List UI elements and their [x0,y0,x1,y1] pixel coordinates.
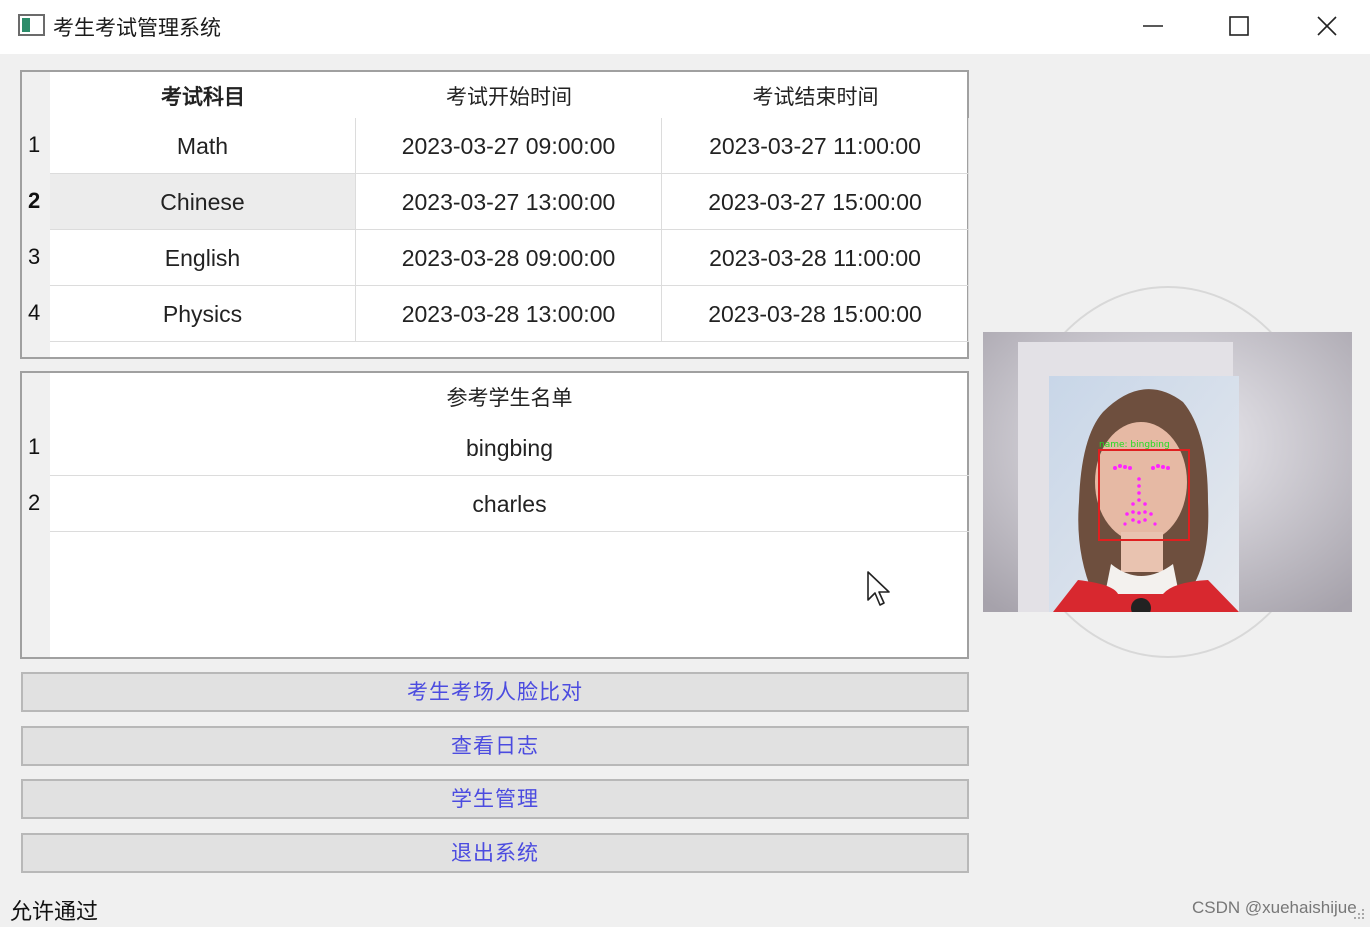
student-table[interactable]: 参考学生名单 1 bingbing 2 charles [20,371,969,659]
cell-end-time[interactable]: 2023-03-28 11:00:00 [662,230,969,286]
cell-start-time[interactable]: 2023-03-28 13:00:00 [356,286,662,342]
face-label: name: bingbing [1099,440,1170,450]
row-number[interactable]: 1 [22,132,50,158]
mouse-cursor-icon [867,571,890,606]
minimize-icon [1143,25,1163,27]
close-button[interactable] [1307,8,1347,44]
exit-system-button[interactable]: 退出系统 [21,833,969,873]
student-manage-button[interactable]: 学生管理 [21,779,969,819]
column-header-end[interactable]: 考试结束时间 [662,72,969,124]
app-icon [18,14,45,36]
cell-start-time[interactable]: 2023-03-27 13:00:00 [356,174,662,230]
watermark: CSDN @xuehaishijue [1192,898,1357,917]
cell-student-name[interactable]: charles [50,476,969,532]
resize-grip-icon[interactable] [1352,907,1366,921]
row-number[interactable]: 2 [22,490,50,516]
exam-table[interactable]: 考试科目 考试开始时间 考试结束时间 1 Math 2023-03-27 09:… [20,70,969,359]
cell-subject[interactable]: English [50,230,356,286]
column-header-start[interactable]: 考试开始时间 [356,72,662,124]
maximize-icon [1229,16,1249,36]
cell-start-time[interactable]: 2023-03-28 09:00:00 [356,230,662,286]
face-compare-button[interactable]: 考生考场人脸比对 [21,672,969,712]
cell-start-time[interactable]: 2023-03-27 09:00:00 [356,118,662,174]
cell-subject[interactable]: Chinese [50,174,356,230]
title-bar: 考生考试管理系统 [0,0,1370,54]
cell-subject[interactable]: Math [50,118,356,174]
camera-preview: name: bingbing [983,332,1352,612]
minimize-button[interactable] [1133,8,1173,44]
cell-student-name[interactable]: bingbing [50,420,969,476]
row-number[interactable]: 2 [22,188,50,214]
row-number[interactable]: 3 [22,244,50,270]
maximize-button[interactable] [1219,8,1259,44]
camera-frame-image: name: bingbing [983,332,1352,612]
cell-end-time[interactable]: 2023-03-28 15:00:00 [662,286,969,342]
cell-end-time[interactable]: 2023-03-27 11:00:00 [662,118,969,174]
status-label: 允许通过 [10,900,99,925]
cell-subject[interactable]: Physics [50,286,356,342]
close-icon [1317,16,1337,36]
column-header-student-list[interactable]: 参考学生名单 [50,373,969,425]
row-number[interactable]: 1 [22,434,50,460]
cell-end-time[interactable]: 2023-03-27 15:00:00 [662,174,969,230]
row-number[interactable]: 4 [22,300,50,326]
column-header-subject[interactable]: 考试科目 [50,72,356,124]
view-log-button[interactable]: 查看日志 [21,726,969,766]
window-title: 考生考试管理系统 [53,16,221,40]
